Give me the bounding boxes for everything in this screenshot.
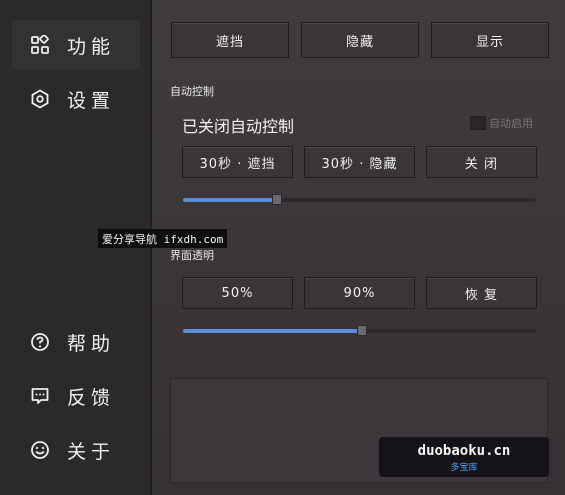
auto-control-title: 自动控制: [170, 85, 214, 98]
auto-enable-label: 自动启用: [489, 117, 533, 130]
transparency-slider-thumb[interactable]: [357, 325, 367, 336]
nav-item-feedback[interactable]: 反馈: [12, 371, 140, 421]
nav-item-help[interactable]: 帮助: [12, 317, 140, 367]
nav-item-features[interactable]: 功能: [12, 20, 140, 70]
hide-button[interactable]: 隐藏: [301, 22, 419, 58]
transparency-slider-fill: [183, 329, 360, 333]
auto-control-slider-thumb[interactable]: [272, 194, 282, 205]
feedback-icon: [31, 388, 49, 404]
nav-label-settings: 设置: [67, 89, 116, 112]
nav-label-help: 帮助: [67, 332, 116, 355]
nav-item-settings[interactable]: 设置: [12, 74, 140, 124]
nav-item-about[interactable]: 关于: [12, 425, 140, 475]
hexagon-settings-icon: [31, 89, 49, 109]
show-button[interactable]: 显示: [431, 22, 549, 58]
nav-label-features: 功能: [67, 35, 116, 58]
logo-line-2: 多宝库: [450, 463, 478, 473]
nav-label-about: 关于: [67, 440, 116, 463]
restore-button[interactable]: 恢 复: [426, 277, 537, 309]
auto-control-status: 已关闭自动控制: [182, 117, 295, 136]
transparency-title: 界面透明: [170, 249, 214, 262]
timer-hide-button[interactable]: 30秒 · 隐藏: [304, 146, 415, 178]
logo-line-1: duobaoku.cn: [417, 443, 511, 459]
watermark-label: 爱分享导航 ifxdh.com: [98, 229, 228, 248]
auto-control-slider-fill: [183, 198, 275, 202]
grid-icon: [31, 35, 49, 54]
timer-block-button[interactable]: 30秒 · 遮挡: [182, 146, 293, 178]
auto-control-slider[interactable]: [183, 194, 536, 205]
opacity-90-button[interactable]: 90%: [304, 277, 415, 309]
site-logo-badge: duobaoku.cn 多宝库: [379, 437, 549, 477]
auto-close-button[interactable]: 关 闭: [426, 146, 537, 178]
opacity-50-button[interactable]: 50%: [182, 277, 293, 309]
block-button[interactable]: 遮挡: [171, 22, 289, 58]
help-icon: [31, 333, 49, 351]
smiley-icon: [31, 441, 49, 459]
transparency-slider[interactable]: [183, 325, 536, 336]
nav-label-feedback: 反馈: [67, 386, 116, 409]
auto-enable-toggle[interactable]: 自动启用: [470, 115, 533, 131]
auto-enable-checkbox[interactable]: [470, 116, 486, 130]
